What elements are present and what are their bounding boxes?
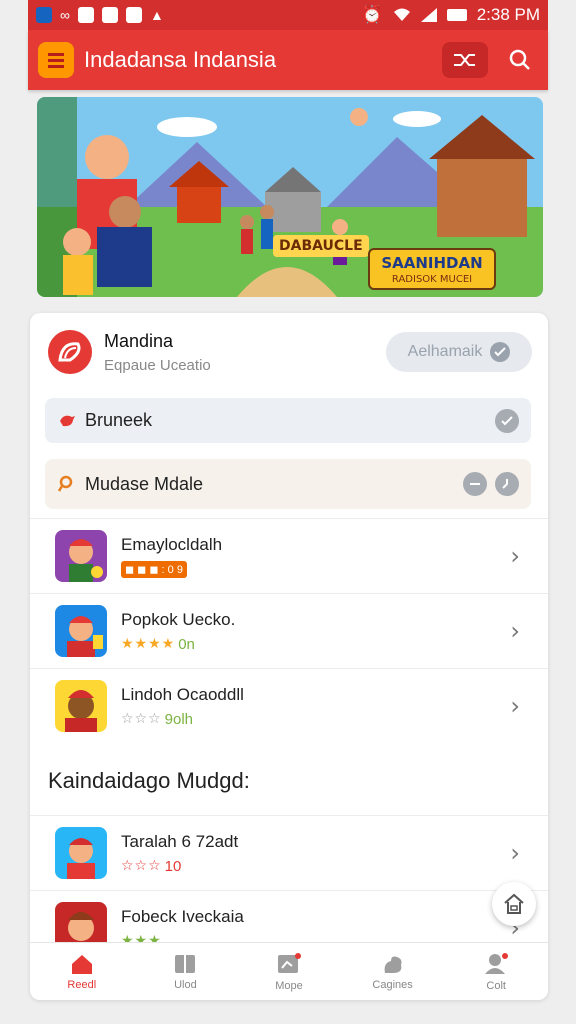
profile-action-label: Aelhamaik: [407, 343, 483, 360]
row-bruneek-label: Bruneek: [85, 410, 153, 430]
game-meta-value: 9olh: [164, 710, 194, 728]
alarm-icon: ⏰: [361, 5, 383, 24]
status-time: 2:38 PM: [476, 5, 540, 24]
game-item[interactable]: Lindoh Ocaoddll ☆☆☆ 9olh ›: [30, 668, 548, 743]
news-icon: [77, 7, 94, 23]
banner-badge-sub: RADISOK MUCEI: [391, 274, 473, 285]
app-icon: [36, 7, 52, 23]
nav-home-label: Reedl: [67, 978, 97, 991]
nav-puzzle-label: Cagines: [372, 978, 413, 991]
app-bar: Indadansa Indansia: [28, 30, 548, 90]
game-meta-value: 10: [164, 857, 182, 875]
house-icon: [504, 893, 524, 914]
search-button[interactable]: [502, 42, 538, 78]
profile-subtitle: Eqpaue Uceatio: [104, 356, 211, 374]
game-title: Lindoh Ocaoddll: [121, 684, 244, 704]
nav-map-label: Mope: [275, 979, 303, 992]
nav-puzzle[interactable]: Cagines: [341, 943, 445, 1000]
game-item[interactable]: Popkok Uecko. ★★★★ 0n ›: [30, 593, 548, 668]
camera-icon: [125, 7, 142, 23]
menu-logo-icon[interactable]: [38, 42, 74, 78]
banner-badge[interactable]: SAANIHDAN RADISOK MUCEI: [368, 248, 496, 290]
section-title: Kaindaidago Mudgd:: [48, 768, 250, 793]
puzzle-icon: [384, 956, 402, 973]
map-icon: [277, 952, 301, 973]
shell-icon: [58, 342, 81, 362]
app-title: Indadansa Indansia: [84, 47, 277, 72]
status-right: ⏰ 2:38 PM: [362, 5, 540, 25]
chevron-right-icon: ›: [510, 542, 520, 570]
star-rating: ★★★★: [121, 636, 176, 652]
banner-title: DABAUCLE: [273, 235, 369, 257]
game-icon-thumbnail: [55, 680, 107, 732]
status-bar: ∞ ▲ ⏰ 2:38 PM: [28, 0, 548, 30]
game-meta-value: 0n: [178, 635, 195, 653]
profile-action-button[interactable]: Aelhamaik: [386, 332, 532, 372]
search-icon: [509, 49, 530, 70]
wifi-icon: [393, 8, 410, 21]
minus-icon[interactable]: [463, 472, 487, 496]
game-title: Emaylocldalh: [121, 534, 223, 554]
home-icon: [71, 954, 92, 974]
game-icon: [101, 7, 118, 23]
nav-profile[interactable]: Colt: [444, 943, 548, 1000]
nav-book[interactable]: Ulod: [134, 943, 238, 1000]
chevron-right-icon: ›: [510, 839, 520, 867]
nav-map[interactable]: Mope: [237, 943, 341, 1000]
game-title: Fobeck Iveckaia: [121, 907, 244, 926]
shuffle-icon: [454, 54, 475, 66]
game-icon-thumbnail: [55, 530, 107, 582]
banner-badge-main: SAANIHDAN: [381, 254, 483, 272]
battery-icon: [446, 9, 467, 21]
game-item[interactable]: Emaylocldalh ◼ ◼ ◼ : 0 9 ›: [30, 518, 548, 593]
row-mudase[interactable]: Mudase Mdale: [45, 459, 531, 509]
game-icon-thumbnail: [55, 827, 107, 879]
check-icon[interactable]: [495, 408, 519, 433]
status-icons: ∞ ▲: [36, 7, 164, 23]
check-icon: [490, 342, 511, 362]
profile-header: Mandina Eqpaue Uceatio Aelhamaik: [48, 329, 532, 375]
magnifier-icon: [57, 474, 77, 494]
nav-book-label: Ulod: [174, 978, 197, 991]
shuffle-button[interactable]: [442, 42, 488, 78]
star-rating: ☆☆☆: [121, 858, 162, 874]
game-item[interactable]: Taralah 6 72adt ☆☆☆ 10 ›: [30, 815, 548, 890]
bottom-nav: Reedl Ulod Mope Cagines Colt: [30, 942, 548, 1000]
game-icon-thumbnail: [55, 605, 107, 657]
chevron-right-icon: ›: [510, 692, 520, 720]
infinity-icon: ∞: [60, 7, 70, 23]
app-bar-actions: [442, 42, 538, 78]
game-title: Taralah 6 72adt: [121, 831, 239, 851]
avatar[interactable]: [48, 330, 92, 374]
star-rating: ☆☆☆: [121, 711, 162, 727]
game-meta-badge: ◼ ◼ ◼ : 0 9: [121, 560, 187, 578]
book-icon: [175, 954, 196, 973]
profile-icon: [485, 952, 509, 974]
hero-banner[interactable]: DABAUCLE SAANIHDAN RADISOK MUCEI: [37, 97, 543, 297]
clock-icon[interactable]: [495, 472, 519, 496]
nav-icon: ▲: [149, 7, 164, 23]
profile-name: Mandina: [104, 330, 174, 351]
signal-icon: [420, 8, 437, 22]
game-title: Popkok Uecko.: [121, 609, 236, 629]
home-fab[interactable]: [492, 882, 536, 926]
chevron-right-icon: ›: [510, 617, 520, 645]
bird-icon: [57, 411, 77, 431]
main-card: Mandina Eqpaue Uceatio Aelhamaik Bruneek…: [30, 313, 548, 1000]
row-mudase-label: Mudase Mdale: [85, 473, 204, 494]
row-bruneek[interactable]: Bruneek: [45, 398, 531, 443]
nav-profile-label: Colt: [486, 979, 506, 992]
nav-home[interactable]: Reedl: [30, 943, 134, 1000]
